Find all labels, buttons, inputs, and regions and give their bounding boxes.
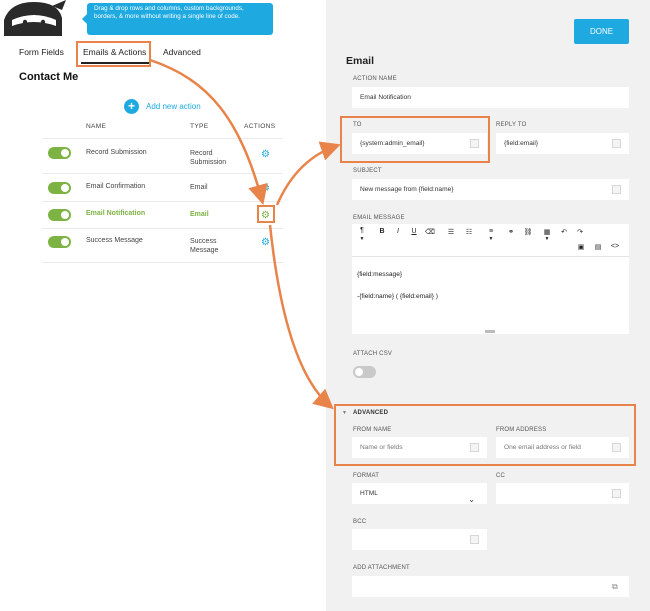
arrow-tab-to-gear (149, 58, 268, 205)
arrow-gear-to-to (275, 141, 341, 206)
arrow-gear-to-advanced (268, 224, 334, 410)
annotation-arrows (149, 58, 341, 410)
